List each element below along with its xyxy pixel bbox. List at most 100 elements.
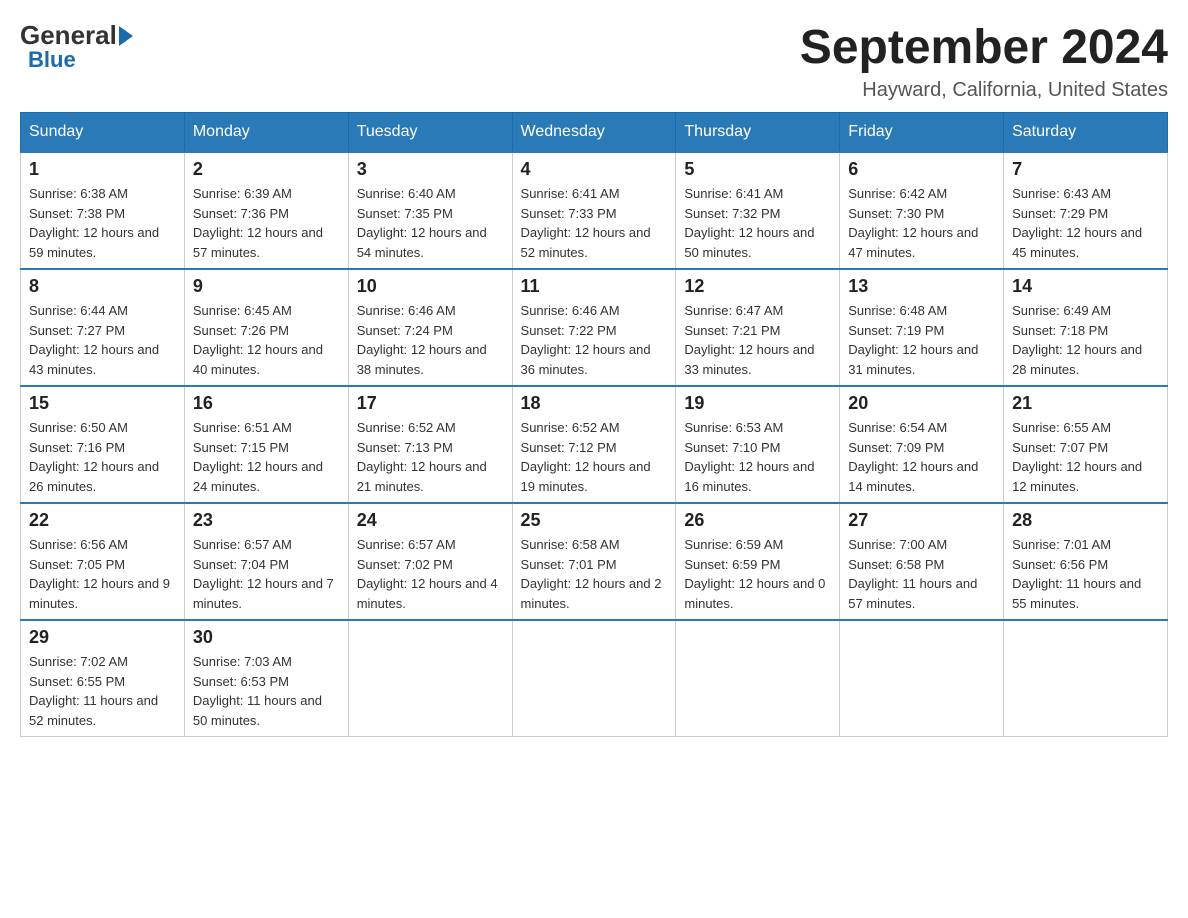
calendar-cell: 5 Sunrise: 6:41 AMSunset: 7:32 PMDaylight…: [676, 152, 840, 269]
calendar-week-row: 8 Sunrise: 6:44 AMSunset: 7:27 PMDaylight…: [21, 269, 1168, 386]
day-number: 27: [848, 510, 995, 531]
day-number: 9: [193, 276, 340, 297]
day-info: Sunrise: 7:01 AMSunset: 6:56 PMDaylight:…: [1012, 535, 1159, 613]
day-info: Sunrise: 6:49 AMSunset: 7:18 PMDaylight:…: [1012, 301, 1159, 379]
calendar-cell: 21 Sunrise: 6:55 AMSunset: 7:07 PMDayligh…: [1004, 386, 1168, 503]
day-info: Sunrise: 6:44 AMSunset: 7:27 PMDaylight:…: [29, 301, 176, 379]
day-number: 17: [357, 393, 504, 414]
calendar-cell: 10 Sunrise: 6:46 AMSunset: 7:24 PMDayligh…: [348, 269, 512, 386]
day-info: Sunrise: 6:39 AMSunset: 7:36 PMDaylight:…: [193, 184, 340, 262]
calendar-cell: 8 Sunrise: 6:44 AMSunset: 7:27 PMDaylight…: [21, 269, 185, 386]
day-info: Sunrise: 6:46 AMSunset: 7:24 PMDaylight:…: [357, 301, 504, 379]
month-title: September 2024: [800, 20, 1168, 75]
day-number: 12: [684, 276, 831, 297]
calendar-header-row: Sunday Monday Tuesday Wednesday Thursday…: [21, 113, 1168, 153]
day-info: Sunrise: 6:57 AMSunset: 7:04 PMDaylight:…: [193, 535, 340, 613]
day-number: 2: [193, 159, 340, 180]
day-number: 24: [357, 510, 504, 531]
day-info: Sunrise: 6:51 AMSunset: 7:15 PMDaylight:…: [193, 418, 340, 496]
col-wednesday: Wednesday: [512, 113, 676, 153]
day-number: 26: [684, 510, 831, 531]
calendar-cell: 17Sunrise: 6:52 AMSunset: 7:13 PMDayligh…: [348, 386, 512, 503]
day-info: Sunrise: 6:54 AMSunset: 7:09 PMDaylight:…: [848, 418, 995, 496]
day-info: Sunrise: 7:03 AMSunset: 6:53 PMDaylight:…: [193, 652, 340, 730]
calendar-week-row: 15 Sunrise: 6:50 AMSunset: 7:16 PMDayligh…: [21, 386, 1168, 503]
day-number: 14: [1012, 276, 1159, 297]
calendar-cell: 12Sunrise: 6:47 AMSunset: 7:21 PMDayligh…: [676, 269, 840, 386]
title-block: September 2024 Hayward, California, Unit…: [800, 20, 1168, 102]
calendar-cell: 28 Sunrise: 7:01 AMSunset: 6:56 PMDayligh…: [1004, 503, 1168, 620]
calendar-cell: 20 Sunrise: 6:54 AMSunset: 7:09 PMDayligh…: [840, 386, 1004, 503]
calendar-cell: 27 Sunrise: 7:00 AMSunset: 6:58 PMDayligh…: [840, 503, 1004, 620]
day-info: Sunrise: 6:59 AMSunset: 6:59 PMDaylight:…: [684, 535, 831, 613]
day-info: Sunrise: 6:38 AMSunset: 7:38 PMDaylight:…: [29, 184, 176, 262]
day-info: Sunrise: 6:45 AMSunset: 7:26 PMDaylight:…: [193, 301, 340, 379]
day-info: Sunrise: 6:55 AMSunset: 7:07 PMDaylight:…: [1012, 418, 1159, 496]
calendar-cell: 1 Sunrise: 6:38 AMSunset: 7:38 PMDaylight…: [21, 152, 185, 269]
day-number: 5: [684, 159, 831, 180]
day-number: 10: [357, 276, 504, 297]
calendar-cell: 2 Sunrise: 6:39 AMSunset: 7:36 PMDaylight…: [184, 152, 348, 269]
day-info: Sunrise: 6:43 AMSunset: 7:29 PMDaylight:…: [1012, 184, 1159, 262]
day-number: 6: [848, 159, 995, 180]
day-number: 15: [29, 393, 176, 414]
day-info: Sunrise: 6:52 AMSunset: 7:12 PMDaylight:…: [521, 418, 668, 496]
day-number: 29: [29, 627, 176, 648]
day-number: 16: [193, 393, 340, 414]
calendar-week-row: 29 Sunrise: 7:02 AMSunset: 6:55 PMDayligh…: [21, 620, 1168, 737]
day-info: Sunrise: 7:02 AMSunset: 6:55 PMDaylight:…: [29, 652, 176, 730]
calendar-cell: 30 Sunrise: 7:03 AMSunset: 6:53 PMDayligh…: [184, 620, 348, 737]
col-monday: Monday: [184, 113, 348, 153]
day-info: Sunrise: 7:00 AMSunset: 6:58 PMDaylight:…: [848, 535, 995, 613]
day-number: 8: [29, 276, 176, 297]
calendar-cell: [348, 620, 512, 737]
location-text: Hayward, California, United States: [800, 79, 1168, 102]
logo-arrow-icon: [119, 26, 133, 46]
day-info: Sunrise: 6:46 AMSunset: 7:22 PMDaylight:…: [521, 301, 668, 379]
day-info: Sunrise: 6:48 AMSunset: 7:19 PMDaylight:…: [848, 301, 995, 379]
calendar-cell: 4 Sunrise: 6:41 AMSunset: 7:33 PMDaylight…: [512, 152, 676, 269]
day-number: 30: [193, 627, 340, 648]
day-info: Sunrise: 6:40 AMSunset: 7:35 PMDaylight:…: [357, 184, 504, 262]
calendar-cell: 7 Sunrise: 6:43 AMSunset: 7:29 PMDaylight…: [1004, 152, 1168, 269]
day-number: 28: [1012, 510, 1159, 531]
logo: General Blue: [20, 20, 135, 73]
day-info: Sunrise: 6:41 AMSunset: 7:33 PMDaylight:…: [521, 184, 668, 262]
calendar-cell: 9 Sunrise: 6:45 AMSunset: 7:26 PMDaylight…: [184, 269, 348, 386]
calendar-cell: [840, 620, 1004, 737]
calendar-week-row: 1 Sunrise: 6:38 AMSunset: 7:38 PMDaylight…: [21, 152, 1168, 269]
calendar-cell: 29 Sunrise: 7:02 AMSunset: 6:55 PMDayligh…: [21, 620, 185, 737]
calendar-cell: 22Sunrise: 6:56 AMSunset: 7:05 PMDayligh…: [21, 503, 185, 620]
calendar-cell: 25 Sunrise: 6:58 AMSunset: 7:01 PMDayligh…: [512, 503, 676, 620]
calendar-table: Sunday Monday Tuesday Wednesday Thursday…: [20, 112, 1168, 737]
logo-blue-text: Blue: [28, 47, 76, 73]
calendar-cell: [512, 620, 676, 737]
calendar-cell: 26 Sunrise: 6:59 AMSunset: 6:59 PMDayligh…: [676, 503, 840, 620]
day-info: Sunrise: 6:41 AMSunset: 7:32 PMDaylight:…: [684, 184, 831, 262]
calendar-cell: 6 Sunrise: 6:42 AMSunset: 7:30 PMDaylight…: [840, 152, 1004, 269]
day-number: 20: [848, 393, 995, 414]
calendar-week-row: 22Sunrise: 6:56 AMSunset: 7:05 PMDayligh…: [21, 503, 1168, 620]
day-info: Sunrise: 6:57 AMSunset: 7:02 PMDaylight:…: [357, 535, 504, 613]
day-number: 25: [521, 510, 668, 531]
day-number: 4: [521, 159, 668, 180]
day-number: 1: [29, 159, 176, 180]
day-info: Sunrise: 6:58 AMSunset: 7:01 PMDaylight:…: [521, 535, 668, 613]
day-number: 19: [684, 393, 831, 414]
day-info: Sunrise: 6:42 AMSunset: 7:30 PMDaylight:…: [848, 184, 995, 262]
calendar-cell: 16 Sunrise: 6:51 AMSunset: 7:15 PMDayligh…: [184, 386, 348, 503]
calendar-cell: [676, 620, 840, 737]
day-number: 18: [521, 393, 668, 414]
day-number: 13: [848, 276, 995, 297]
col-thursday: Thursday: [676, 113, 840, 153]
calendar-cell: 24 Sunrise: 6:57 AMSunset: 7:02 PMDayligh…: [348, 503, 512, 620]
calendar-cell: 14 Sunrise: 6:49 AMSunset: 7:18 PMDayligh…: [1004, 269, 1168, 386]
calendar-cell: 13 Sunrise: 6:48 AMSunset: 7:19 PMDayligh…: [840, 269, 1004, 386]
day-number: 11: [521, 276, 668, 297]
calendar-cell: 23Sunrise: 6:57 AMSunset: 7:04 PMDayligh…: [184, 503, 348, 620]
col-friday: Friday: [840, 113, 1004, 153]
day-number: 21: [1012, 393, 1159, 414]
day-number: 7: [1012, 159, 1159, 180]
day-info: Sunrise: 6:50 AMSunset: 7:16 PMDaylight:…: [29, 418, 176, 496]
calendar-cell: 11 Sunrise: 6:46 AMSunset: 7:22 PMDayligh…: [512, 269, 676, 386]
